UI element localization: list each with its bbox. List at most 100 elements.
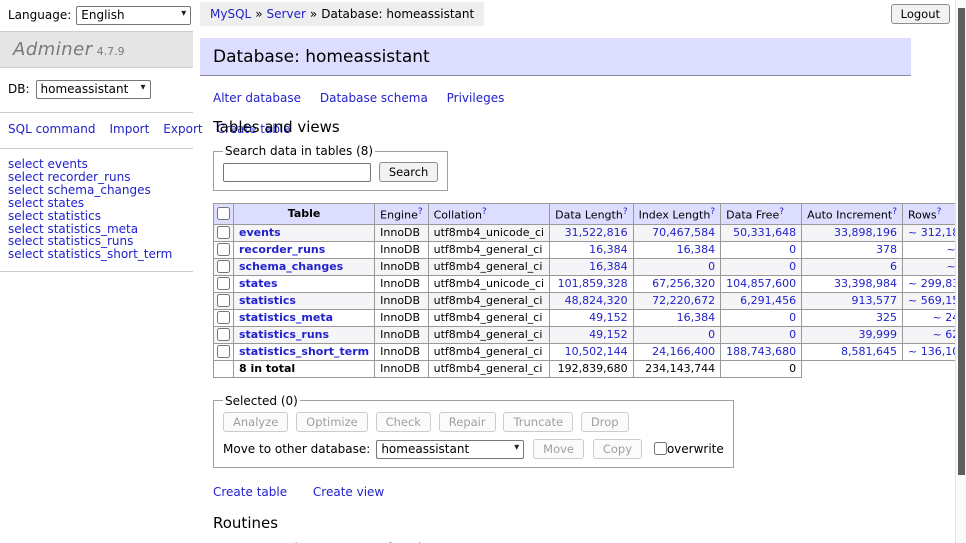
engine-cell: InnoDB xyxy=(375,258,428,275)
column-help-link[interactable]: ? xyxy=(482,207,487,217)
sidebar-link-sql-command[interactable]: SQL command xyxy=(8,122,95,136)
data-free-link[interactable]: 0 xyxy=(789,328,796,341)
table-name-link[interactable]: recorder_runs xyxy=(239,243,325,256)
vertical-scrollbar[interactable] xyxy=(955,0,966,543)
analyze-button[interactable]: Analyze xyxy=(223,412,288,432)
data-free-link[interactable]: 0 xyxy=(789,260,796,273)
row-checkbox[interactable] xyxy=(217,277,230,290)
search-button[interactable]: Search xyxy=(379,162,439,182)
data-free-link[interactable]: 50,331,648 xyxy=(733,226,796,239)
check-button[interactable]: Check xyxy=(376,412,431,432)
alter-database-link[interactable]: Alter database xyxy=(213,91,301,105)
sidebar-item-select-states[interactable]: select states xyxy=(8,197,185,210)
db-select[interactable]: homeassistant xyxy=(36,80,151,99)
table-name-link[interactable]: statistics xyxy=(239,294,296,307)
auto-increment-link[interactable]: 8,581,645 xyxy=(841,345,897,358)
overwrite-checkbox[interactable] xyxy=(654,442,667,455)
column-help-link[interactable]: ? xyxy=(710,207,715,217)
copy-button[interactable]: Copy xyxy=(593,439,642,459)
index-length-link[interactable]: 70,467,584 xyxy=(652,226,715,239)
sidebar-link-import[interactable]: Import xyxy=(109,122,149,136)
table-name-link[interactable]: events xyxy=(239,226,281,239)
column-header-table: Table xyxy=(234,204,375,225)
row-checkbox[interactable] xyxy=(217,294,230,307)
truncate-button[interactable]: Truncate xyxy=(503,412,573,432)
logout-button[interactable]: Logout xyxy=(891,4,950,24)
index-length-link[interactable]: 24,166,400 xyxy=(652,345,715,358)
create-view-link[interactable]: Create view xyxy=(313,485,384,499)
index-length-link[interactable]: 67,256,320 xyxy=(652,277,715,290)
row-checkbox[interactable] xyxy=(217,311,230,324)
data-free-link[interactable]: 0 xyxy=(789,311,796,324)
row-checkbox[interactable] xyxy=(217,243,230,256)
auto-increment-link[interactable]: 6 xyxy=(890,260,897,273)
column-help-link[interactable]: ? xyxy=(892,207,897,217)
column-help-link[interactable]: ? xyxy=(623,207,628,217)
scrollbar-thumb[interactable] xyxy=(958,8,965,475)
sidebar-item-select-events[interactable]: select events xyxy=(8,158,185,171)
app-name[interactable]: Adminer xyxy=(13,39,93,60)
table-row: statistics_runs InnoDB utf8mb4_general_c… xyxy=(214,326,966,343)
move-button[interactable]: Move xyxy=(533,439,584,459)
data-length-link[interactable]: 31,522,816 xyxy=(565,226,628,239)
data-length-link[interactable]: 16,384 xyxy=(589,260,628,273)
data-free-link[interactable]: 0 xyxy=(789,243,796,256)
row-checkbox[interactable] xyxy=(217,260,230,273)
index-length-link[interactable]: 0 xyxy=(708,328,715,341)
drop-button[interactable]: Drop xyxy=(581,412,629,432)
index-length-link[interactable]: 72,220,672 xyxy=(652,294,715,307)
app-version[interactable]: 4.7.9 xyxy=(97,45,125,58)
data-length-link[interactable]: 10,502,144 xyxy=(565,345,628,358)
sidebar-item-select-statistics-short-term[interactable]: select statistics_short_term xyxy=(8,248,185,261)
overwrite-label[interactable]: overwrite xyxy=(667,442,724,456)
data-length-link[interactable]: 48,824,320 xyxy=(565,294,628,307)
data-length-link[interactable]: 101,859,328 xyxy=(558,277,628,290)
optimize-button[interactable]: Optimize xyxy=(296,412,368,432)
privileges-link[interactable]: Privileges xyxy=(447,91,505,105)
sidebar-item-select-schema-changes[interactable]: select schema_changes xyxy=(8,184,185,197)
auto-increment-link[interactable]: 325 xyxy=(876,311,897,324)
data-length-link[interactable]: 16,384 xyxy=(589,243,628,256)
table-name-link[interactable]: statistics_runs xyxy=(239,328,329,341)
table-name-link[interactable]: statistics_meta xyxy=(239,311,333,324)
index-length-link[interactable]: 16,384 xyxy=(677,243,716,256)
data-free-link[interactable]: 6,291,456 xyxy=(740,294,796,307)
move-database-select[interactable]: homeassistant xyxy=(376,440,524,459)
sidebar-link-export[interactable]: Export xyxy=(163,122,202,136)
row-checkbox[interactable] xyxy=(217,226,230,239)
table-name-link[interactable]: schema_changes xyxy=(239,260,343,273)
column-help-link[interactable]: ? xyxy=(779,207,784,217)
auto-increment-link[interactable]: 913,577 xyxy=(852,294,898,307)
select-all-checkbox[interactable] xyxy=(217,207,230,220)
auto-increment-link[interactable]: 378 xyxy=(876,243,897,256)
auto-increment-link[interactable]: 33,398,984 xyxy=(834,277,897,290)
search-input[interactable] xyxy=(223,163,371,182)
sidebar-item-select-recorder-runs[interactable]: select recorder_runs xyxy=(8,171,185,184)
language-select[interactable]: English xyxy=(76,6,191,25)
data-free-link[interactable]: 188,743,680 xyxy=(726,345,796,358)
index-length-link[interactable]: 16,384 xyxy=(677,311,716,324)
breadcrumb-separator: » xyxy=(310,7,317,21)
row-checkbox[interactable] xyxy=(217,345,230,358)
auto-increment-link[interactable]: 33,898,196 xyxy=(834,226,897,239)
breadcrumb-server-link[interactable]: Server xyxy=(267,7,306,21)
table-name-link[interactable]: statistics_short_term xyxy=(239,345,369,358)
column-header-engine: Engine? xyxy=(375,204,428,225)
data-length-link[interactable]: 49,152 xyxy=(589,311,628,324)
index-length-link[interactable]: 0 xyxy=(708,260,715,273)
repair-button[interactable]: Repair xyxy=(439,412,496,432)
table-row: statistics_meta InnoDB utf8mb4_general_c… xyxy=(214,309,966,326)
column-help-link[interactable]: ? xyxy=(937,207,942,217)
table-name-link[interactable]: states xyxy=(239,277,278,290)
total-data-length: 192,839,680 xyxy=(550,360,633,377)
data-free-link[interactable]: 104,857,600 xyxy=(726,277,796,290)
row-checkbox[interactable] xyxy=(217,328,230,341)
language-row: Language:English▾ xyxy=(0,0,193,30)
sidebar-item-select-statistics[interactable]: select statistics xyxy=(8,210,185,223)
database-schema-link[interactable]: Database schema xyxy=(320,91,428,105)
breadcrumb-mysql-link[interactable]: MySQL xyxy=(210,7,251,21)
auto-increment-link[interactable]: 39,999 xyxy=(859,328,898,341)
data-length-link[interactable]: 49,152 xyxy=(589,328,628,341)
column-help-link[interactable]: ? xyxy=(418,207,423,217)
create-table-link[interactable]: Create table xyxy=(213,485,287,499)
